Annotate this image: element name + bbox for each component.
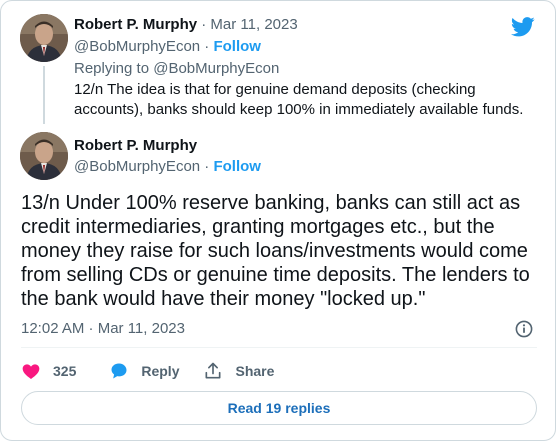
avatar[interactable] bbox=[20, 14, 68, 62]
like-count: 325 bbox=[53, 363, 77, 379]
tweet-header: Robert P. Murphy · Mar 11, 2023 bbox=[74, 15, 298, 35]
parent-tweet-text: 12/n The idea is that for genuine demand… bbox=[74, 81, 524, 118]
heart-icon bbox=[22, 364, 40, 379]
twitter-bird-icon[interactable] bbox=[511, 17, 535, 37]
follow-button[interactable]: Follow bbox=[213, 38, 261, 55]
thread-connector-line bbox=[43, 66, 45, 124]
tweet-actions: 325 Reply Share bbox=[21, 359, 274, 383]
embedded-tweet-card: Robert P. Murphy · Mar 11, 2023 @BobMurp… bbox=[0, 0, 556, 441]
speech-bubble-icon bbox=[111, 363, 127, 379]
author-handle[interactable]: @BobMurphyEcon bbox=[74, 158, 200, 175]
separator: · bbox=[200, 158, 214, 175]
author-handle[interactable]: @BobMurphyEcon bbox=[74, 38, 200, 55]
share-label: Share bbox=[235, 363, 275, 379]
reply-label: Reply bbox=[141, 363, 180, 379]
reply-button[interactable]: Reply bbox=[109, 361, 179, 381]
share-button[interactable]: Share bbox=[203, 361, 274, 381]
author-handle-row: @BobMurphyEcon · Follow bbox=[74, 157, 261, 177]
tweet-header: Robert P. Murphy bbox=[74, 136, 197, 156]
like-button[interactable]: 325 bbox=[21, 361, 76, 381]
info-icon[interactable] bbox=[515, 320, 533, 338]
author-name[interactable]: Robert P. Murphy bbox=[74, 137, 197, 154]
author-name[interactable]: Robert P. Murphy bbox=[74, 16, 197, 33]
separator: · bbox=[197, 16, 211, 33]
tweet-text: 13/n Under 100% reserve banking, banks c… bbox=[21, 192, 530, 310]
follow-button[interactable]: Follow bbox=[213, 158, 261, 175]
share-upload-icon bbox=[205, 362, 221, 379]
separator: · bbox=[200, 38, 214, 55]
read-replies-button[interactable]: Read 19 replies bbox=[21, 391, 537, 425]
avatar-image bbox=[20, 132, 68, 180]
avatar[interactable] bbox=[20, 132, 68, 180]
replying-to[interactable]: Replying to @BobMurphyEcon bbox=[74, 59, 279, 79]
tweet-timestamp[interactable]: 12:02 AM · Mar 11, 2023 bbox=[21, 319, 185, 339]
divider bbox=[21, 347, 537, 348]
author-handle-row: @BobMurphyEcon · Follow bbox=[74, 37, 261, 57]
avatar-image bbox=[20, 14, 68, 62]
tweet-date[interactable]: Mar 11, 2023 bbox=[210, 16, 297, 33]
